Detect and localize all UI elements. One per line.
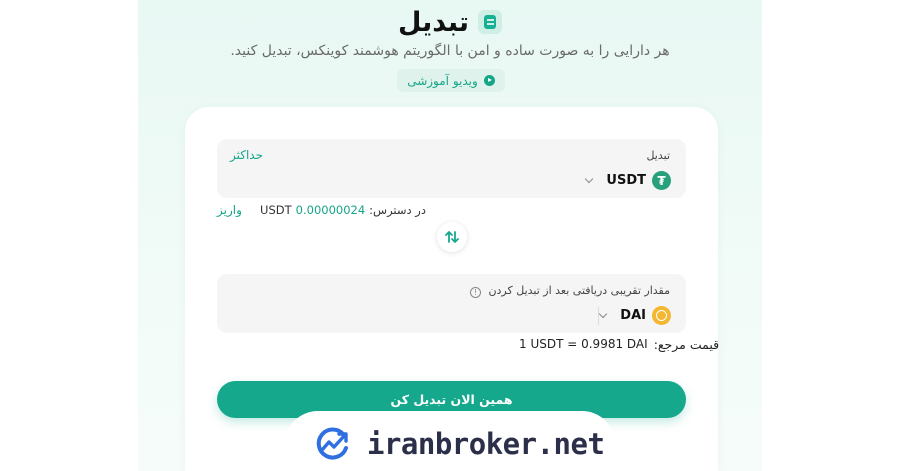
available-label: در دسترس: bbox=[369, 203, 426, 217]
convert-logo-icon bbox=[478, 10, 502, 34]
to-asset-select[interactable]: DAI bbox=[599, 306, 671, 325]
from-asset-symbol: USDT bbox=[606, 173, 646, 188]
available-balance: در دسترس: 0.00000024 USDT bbox=[246, 203, 426, 217]
reference-rate: قیمت مرجع: 1 USDT = 0.9981 DAI bbox=[519, 337, 719, 352]
iranbroker-logo-icon bbox=[316, 427, 348, 460]
watermark-text: iranbroker.net bbox=[367, 427, 605, 461]
from-asset-select[interactable]: ₮ USDT bbox=[585, 171, 671, 190]
max-button[interactable]: حداکثر bbox=[230, 148, 263, 162]
rate-value: 1 USDT = 0.9981 DAI bbox=[519, 337, 648, 351]
available-unit: USDT bbox=[260, 203, 292, 217]
to-label-text: مقدار تقریبی دریافتی بعد از تبدیل کردن bbox=[488, 284, 670, 297]
from-amount-field[interactable]: تبدیل حداکثر ₮ USDT bbox=[217, 139, 686, 198]
to-asset-symbol: DAI bbox=[620, 308, 646, 323]
swap-direction-button[interactable] bbox=[437, 222, 467, 252]
available-amount: 0.00000024 bbox=[295, 203, 366, 217]
page-title-text: تبدیل bbox=[398, 6, 469, 38]
usdt-coin-icon: ₮ bbox=[652, 171, 671, 190]
page-subtitle: هر دارایی را به صورت ساده و امن با الگور… bbox=[230, 43, 670, 59]
chevron-down-icon bbox=[585, 174, 594, 183]
chevron-down-icon bbox=[599, 309, 608, 318]
video-tutorial-button[interactable]: ویدیو آموزشی bbox=[397, 69, 505, 92]
deposit-link[interactable]: واریز bbox=[217, 203, 242, 217]
video-tutorial-label: ویدیو آموزشی bbox=[407, 73, 478, 88]
watermark: iranbroker.net bbox=[285, 411, 615, 471]
to-amount-field[interactable]: مقدار تقریبی دریافتی بعد از تبدیل کردن !… bbox=[217, 274, 686, 333]
from-label: تبدیل bbox=[646, 149, 670, 162]
to-label: مقدار تقریبی دریافتی بعد از تبدیل کردن ! bbox=[469, 284, 670, 298]
play-icon bbox=[483, 75, 495, 86]
page-title: تبدیل bbox=[0, 2, 900, 42]
asset-divider bbox=[598, 307, 599, 325]
info-icon[interactable]: ! bbox=[469, 287, 481, 298]
rate-label: قیمت مرجع: bbox=[653, 337, 720, 352]
dai-coin-icon bbox=[652, 306, 671, 325]
swap-arrows-icon bbox=[445, 231, 459, 243]
